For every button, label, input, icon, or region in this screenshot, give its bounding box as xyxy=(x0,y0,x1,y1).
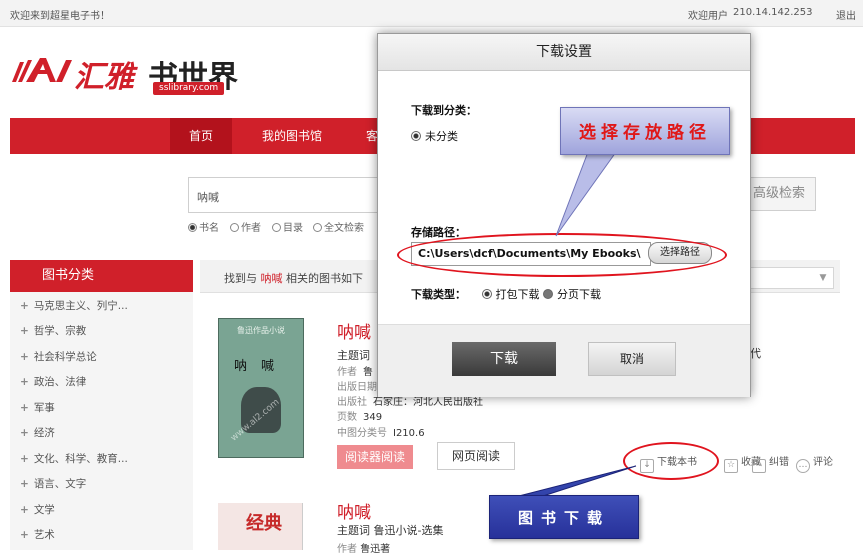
callout-pointers xyxy=(514,151,637,498)
choose-path-callout-text: 选择存放路径 xyxy=(579,123,711,143)
download-callout: 图书下载 xyxy=(489,495,639,539)
download-callout-text: 图书下载 xyxy=(517,509,610,527)
download-callout-pointer xyxy=(514,465,637,498)
path-callout-pointer xyxy=(555,151,617,237)
choose-path-callout: 选择存放路径 xyxy=(560,107,730,155)
